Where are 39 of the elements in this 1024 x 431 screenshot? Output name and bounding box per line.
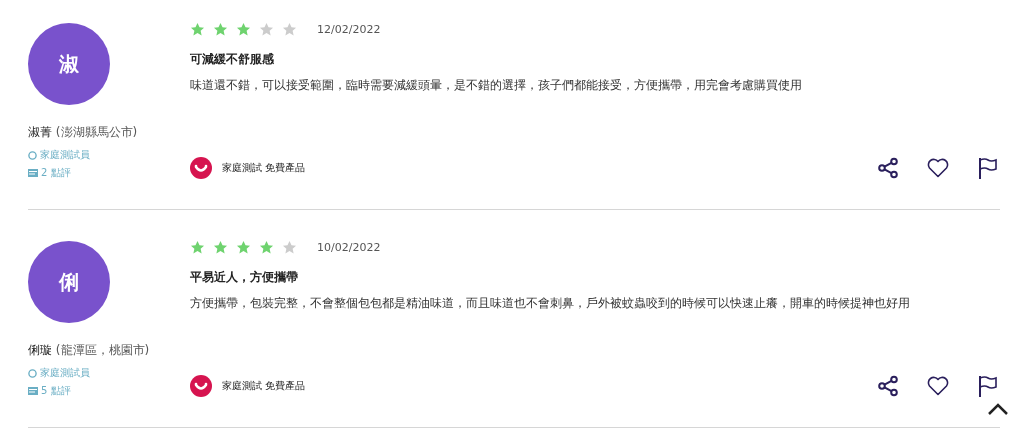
star-icon: [190, 240, 205, 255]
review-text: 味道還不錯，可以接受範圍，臨時需要減緩頭暈，是不錯的選擇，孩子們都能接受，方便攜帶，用完會考慮購買使用: [190, 77, 803, 94]
badge-label: 家庭測試 免費產品: [222, 161, 306, 175]
circle-icon: [28, 368, 37, 378]
reviewer-role: 家庭測試員: [40, 148, 90, 162]
reviewer-name: 俐璇 (龍潭區，桃園市): [28, 342, 151, 359]
review-count: 2 點評: [41, 166, 71, 180]
review-title: 平易近人，方便攜帶: [190, 269, 299, 286]
smile-logo-icon: [190, 157, 212, 179]
star-icon: [259, 22, 274, 37]
scroll-up-icon[interactable]: [986, 401, 1010, 417]
heart-icon[interactable]: [926, 374, 950, 398]
card-icon: [28, 169, 38, 177]
star-icon: [213, 22, 228, 37]
avatar: 俐: [28, 241, 110, 323]
star-icon: [213, 240, 228, 255]
badge-label: 家庭測試 免費產品: [222, 379, 306, 393]
review-date: 10/02/2022: [317, 241, 381, 254]
reviewer-role: 家庭測試員: [40, 366, 90, 380]
review-title: 可減緩不舒服感: [190, 51, 275, 68]
heart-icon[interactable]: [926, 156, 950, 180]
review-text: 方便攜帶，包裝完整，不會整個包包都是精油味道，而且味道也不會刺鼻，戶外被蚊蟲咬到的時候可以快速止癢，開車的時候提神也好用: [190, 295, 911, 312]
share-icon[interactable]: [876, 374, 900, 398]
card-icon: [28, 387, 38, 395]
star-icon: [236, 22, 251, 37]
review-count: 5 點評: [41, 384, 71, 398]
avatar: 淑: [28, 23, 110, 105]
star-icon: [190, 22, 205, 37]
star-icon: [259, 240, 274, 255]
star-icon: [236, 240, 251, 255]
star-icon: [282, 22, 297, 37]
flag-icon[interactable]: [976, 374, 1000, 398]
flag-icon[interactable]: [976, 156, 1000, 180]
circle-icon: [28, 150, 37, 160]
review-date: 12/02/2022: [317, 23, 381, 36]
star-icon: [282, 240, 297, 255]
smile-logo-icon: [190, 375, 212, 397]
reviewer-name: 淑菁 (澎湖縣馬公市): [28, 124, 139, 141]
share-icon[interactable]: [876, 156, 900, 180]
